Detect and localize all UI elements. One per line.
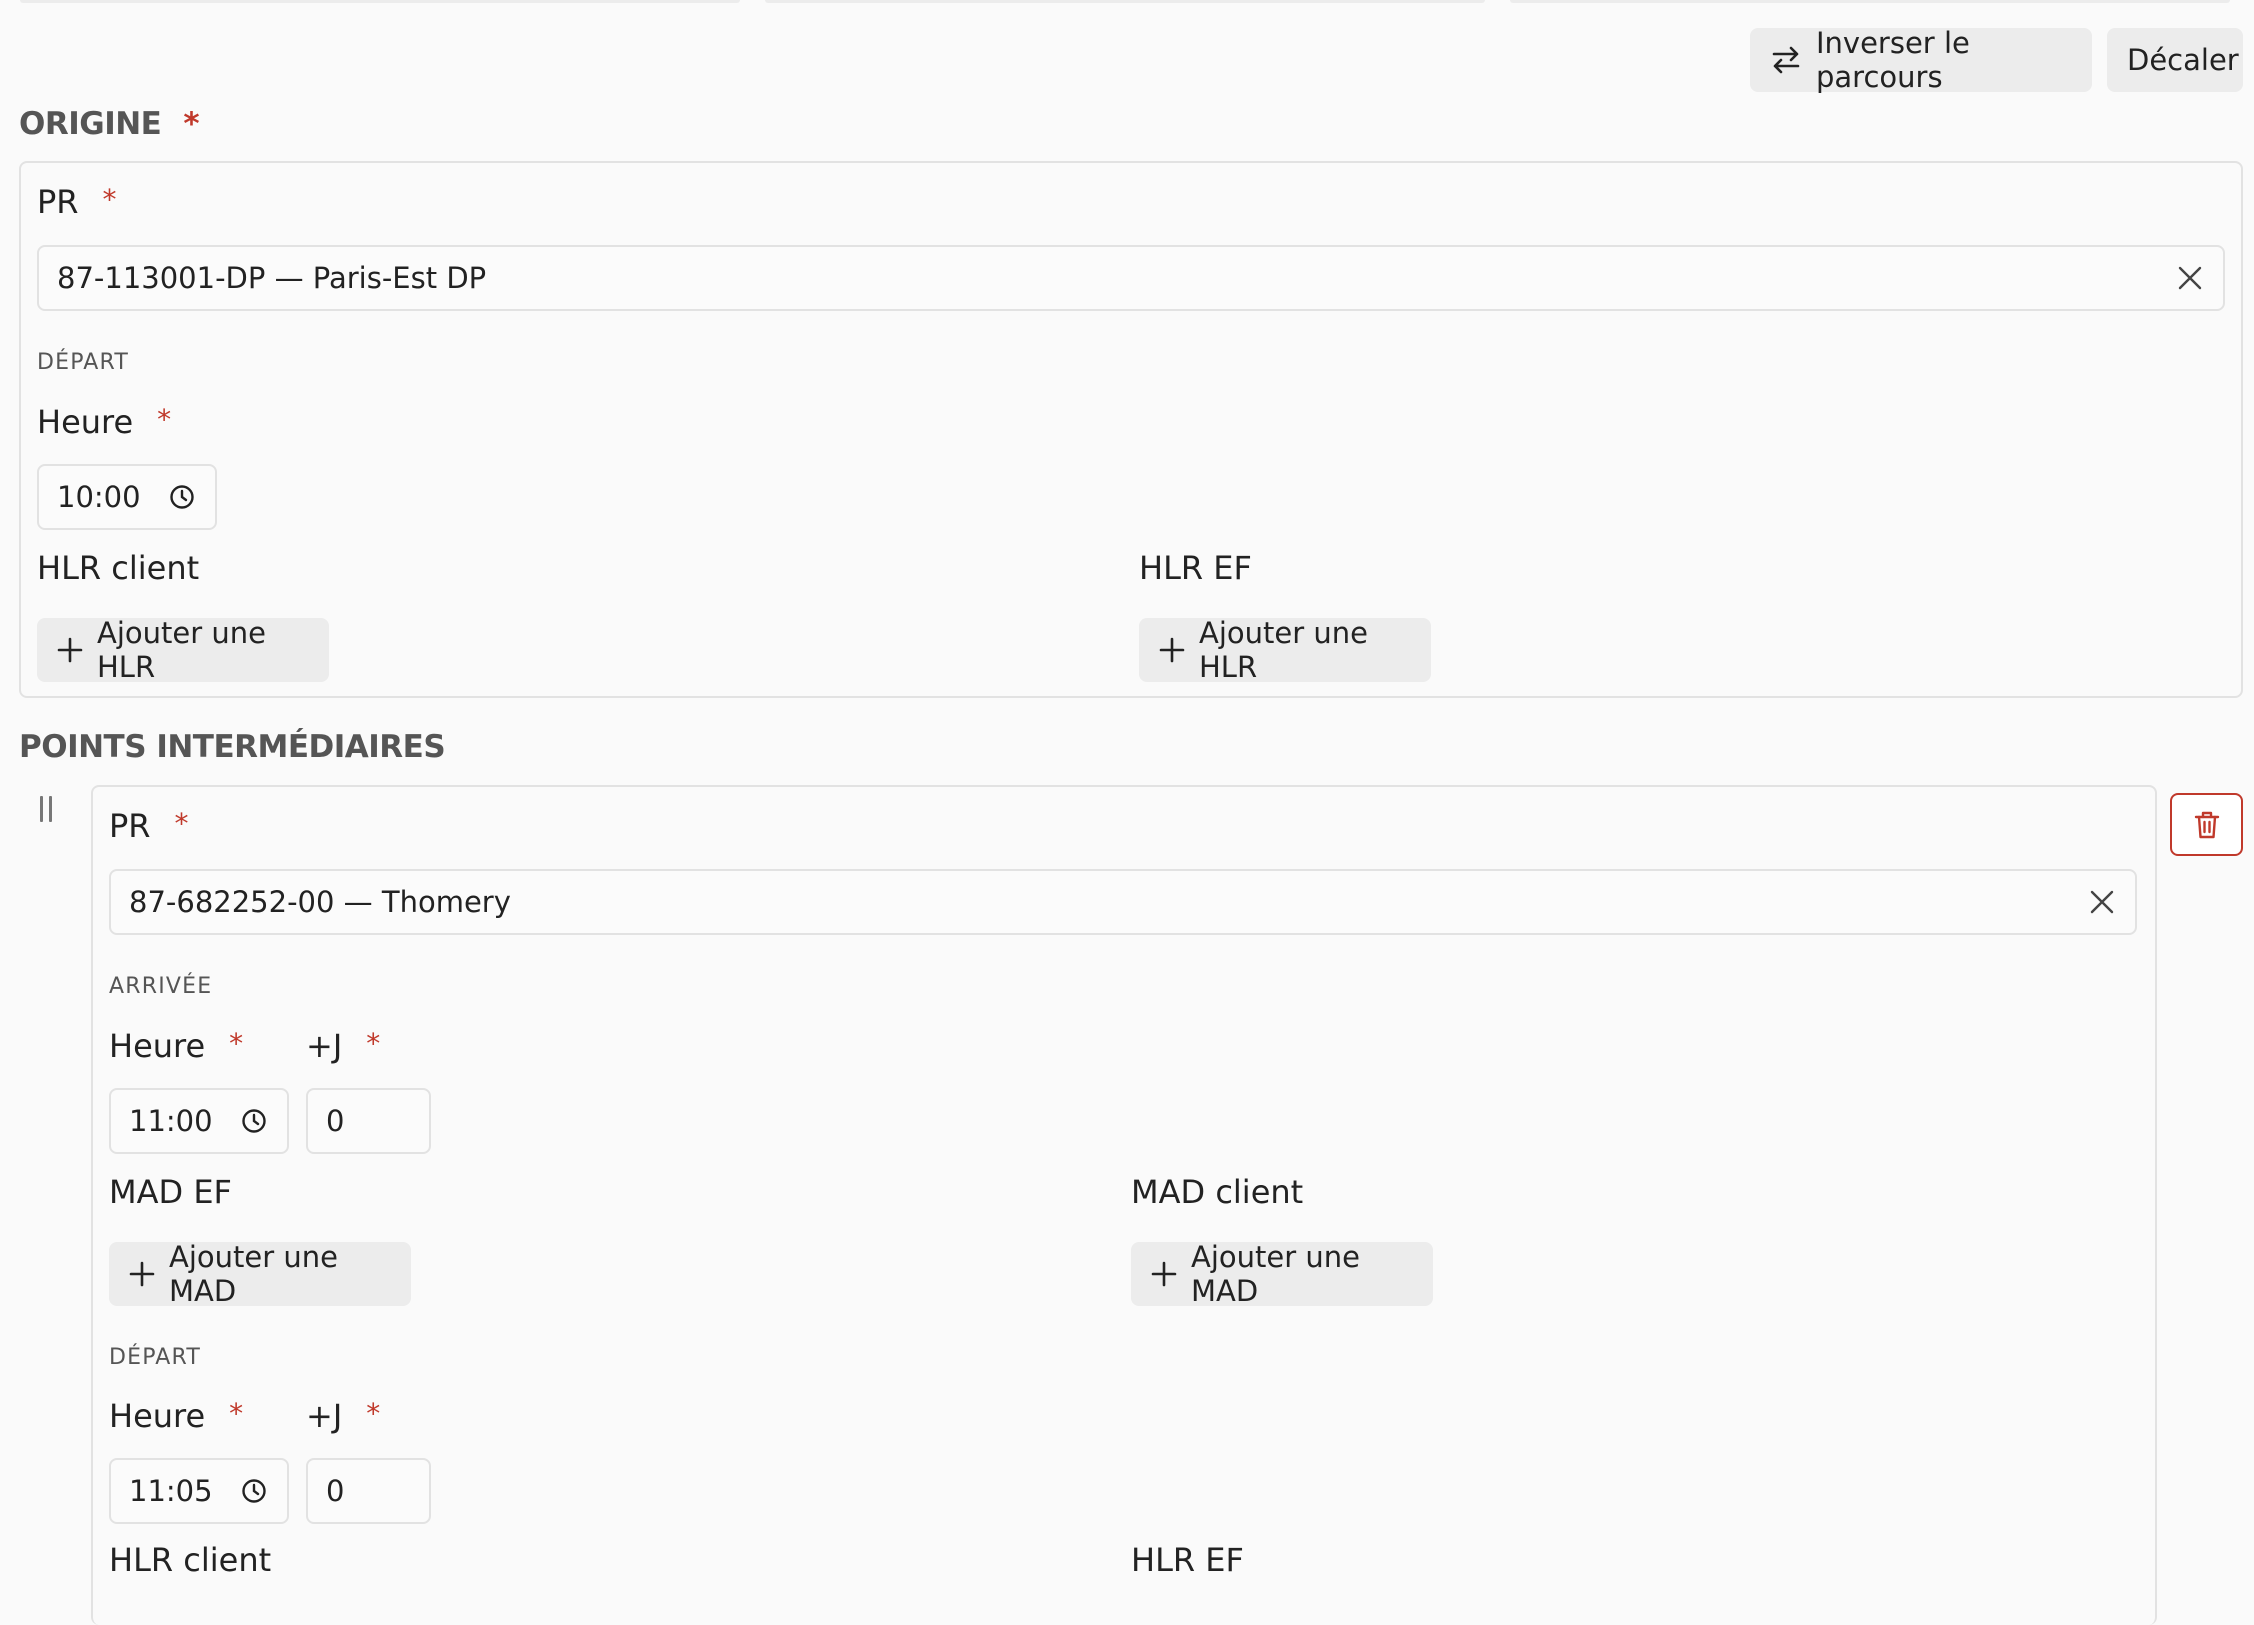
- add-mad-label: Ajouter une MAD: [169, 1240, 338, 1308]
- depart-heure-input[interactable]: 11:05: [109, 1458, 289, 1524]
- clock-icon[interactable]: [169, 484, 195, 510]
- origine-hlr-client-label: HLR client: [37, 549, 200, 587]
- origine-hlr-ef-label: HLR EF: [1139, 549, 1252, 587]
- heure-label-text: Heure: [37, 403, 134, 441]
- heure-label-text: Heure: [109, 1397, 206, 1435]
- point-pr-value: 87-682252-00 — Thomery: [129, 885, 511, 919]
- close-icon[interactable]: [2089, 889, 2115, 915]
- plus-icon: [129, 1261, 155, 1287]
- required-mark: *: [157, 403, 172, 436]
- origine-pr-label: PR *: [37, 183, 117, 221]
- invert-route-button[interactable]: Inverser le parcours: [1750, 26, 2092, 94]
- heure-label-text: Heure: [109, 1027, 206, 1065]
- required-mark: *: [183, 106, 200, 142]
- close-icon[interactable]: [2177, 265, 2203, 291]
- origine-add-hlr-ef-button[interactable]: Ajouter une HLR: [1139, 616, 1431, 684]
- mad-client-label: MAD client: [1131, 1173, 1304, 1211]
- point-hlr-ef-label: HLR EF: [1131, 1541, 1244, 1579]
- required-mark: *: [366, 1027, 381, 1060]
- depart-heure-value: 11:05: [129, 1474, 213, 1508]
- origine-heure-input[interactable]: 10:00: [37, 464, 217, 530]
- plus-icon: [57, 637, 83, 663]
- invert-route-label: Inverser le parcours: [1816, 26, 1970, 94]
- arrivee-heure-value: 11:00: [129, 1104, 213, 1138]
- top-card-stub-1: [20, 0, 740, 3]
- required-mark: *: [229, 1397, 244, 1430]
- depart-heure-label: Heure *: [109, 1397, 243, 1435]
- origine-heure-value: 10:00: [57, 480, 141, 514]
- origine-add-hlr-client-button[interactable]: Ajouter une HLR: [37, 616, 329, 684]
- origine-section-title: ORIGINE *: [19, 106, 200, 142]
- add-mad-label: Ajouter une MAD: [1191, 1240, 1360, 1308]
- top-card-stub-2: [765, 0, 1485, 3]
- required-mark: *: [102, 183, 117, 216]
- add-hlr-label: Ajouter une HLR: [1199, 616, 1368, 684]
- plus-icon: [1151, 1261, 1177, 1287]
- origine-heure-label: Heure *: [37, 403, 171, 441]
- arrivee-j-value: 0: [326, 1104, 345, 1138]
- add-mad-ef-button[interactable]: Ajouter une MAD: [109, 1240, 411, 1308]
- depart-j-label: +J *: [306, 1397, 380, 1435]
- shift-button[interactable]: Décaler: [2107, 28, 2243, 92]
- pr-label-text: PR: [37, 183, 79, 221]
- arrivee-j-input[interactable]: 0: [306, 1088, 431, 1154]
- point-depart-caption: DÉPART: [109, 1345, 202, 1370]
- j-label-text: +J: [306, 1397, 343, 1435]
- j-label-text: +J: [306, 1027, 343, 1065]
- depart-j-value: 0: [326, 1474, 345, 1508]
- top-card-stub-3: [1510, 0, 2230, 3]
- origine-card: PR * 87-113001-DP — Paris-Est DP DÉPART H…: [19, 161, 2243, 698]
- point-hlr-client-label: HLR client: [109, 1541, 272, 1579]
- clock-icon[interactable]: [241, 1478, 267, 1504]
- arrivee-heure-input[interactable]: 11:00: [109, 1088, 289, 1154]
- trash-icon: [2194, 811, 2219, 838]
- origine-pr-select[interactable]: 87-113001-DP — Paris-Est DP: [37, 245, 2225, 311]
- add-hlr-label: Ajouter une HLR: [97, 616, 266, 684]
- arrivee-caption: ARRIVÉE: [109, 974, 213, 999]
- point-pr-select[interactable]: 87-682252-00 — Thomery: [109, 869, 2137, 935]
- add-mad-client-button[interactable]: Ajouter une MAD: [1131, 1240, 1433, 1308]
- mad-ef-label: MAD EF: [109, 1173, 232, 1211]
- origine-depart-caption: DÉPART: [37, 350, 130, 375]
- plus-icon: [1159, 637, 1185, 663]
- origine-title-text: ORIGINE: [19, 106, 162, 142]
- intermediate-point-card: PR * 87-682252-00 — Thomery ARRIVÉE Heure…: [91, 785, 2157, 1625]
- intermediaires-section-title: POINTS INTERMÉDIAIRES: [19, 729, 446, 765]
- delete-point-button[interactable]: [2170, 793, 2243, 856]
- depart-j-input[interactable]: 0: [306, 1458, 431, 1524]
- pr-label-text: PR: [109, 807, 151, 845]
- origine-pr-value: 87-113001-DP — Paris-Est DP: [57, 261, 487, 295]
- drag-handle-icon[interactable]: [40, 796, 52, 822]
- clock-icon[interactable]: [241, 1108, 267, 1134]
- shift-label: Décaler: [2127, 43, 2239, 77]
- top-cut-cards: [20, 0, 2234, 4]
- arrivee-heure-label: Heure *: [109, 1027, 243, 1065]
- swap-arrows-icon: [1772, 46, 1800, 74]
- point-pr-label: PR *: [109, 807, 189, 845]
- arrivee-j-label: +J *: [306, 1027, 380, 1065]
- required-mark: *: [174, 807, 189, 840]
- required-mark: *: [229, 1027, 244, 1060]
- required-mark: *: [366, 1397, 381, 1430]
